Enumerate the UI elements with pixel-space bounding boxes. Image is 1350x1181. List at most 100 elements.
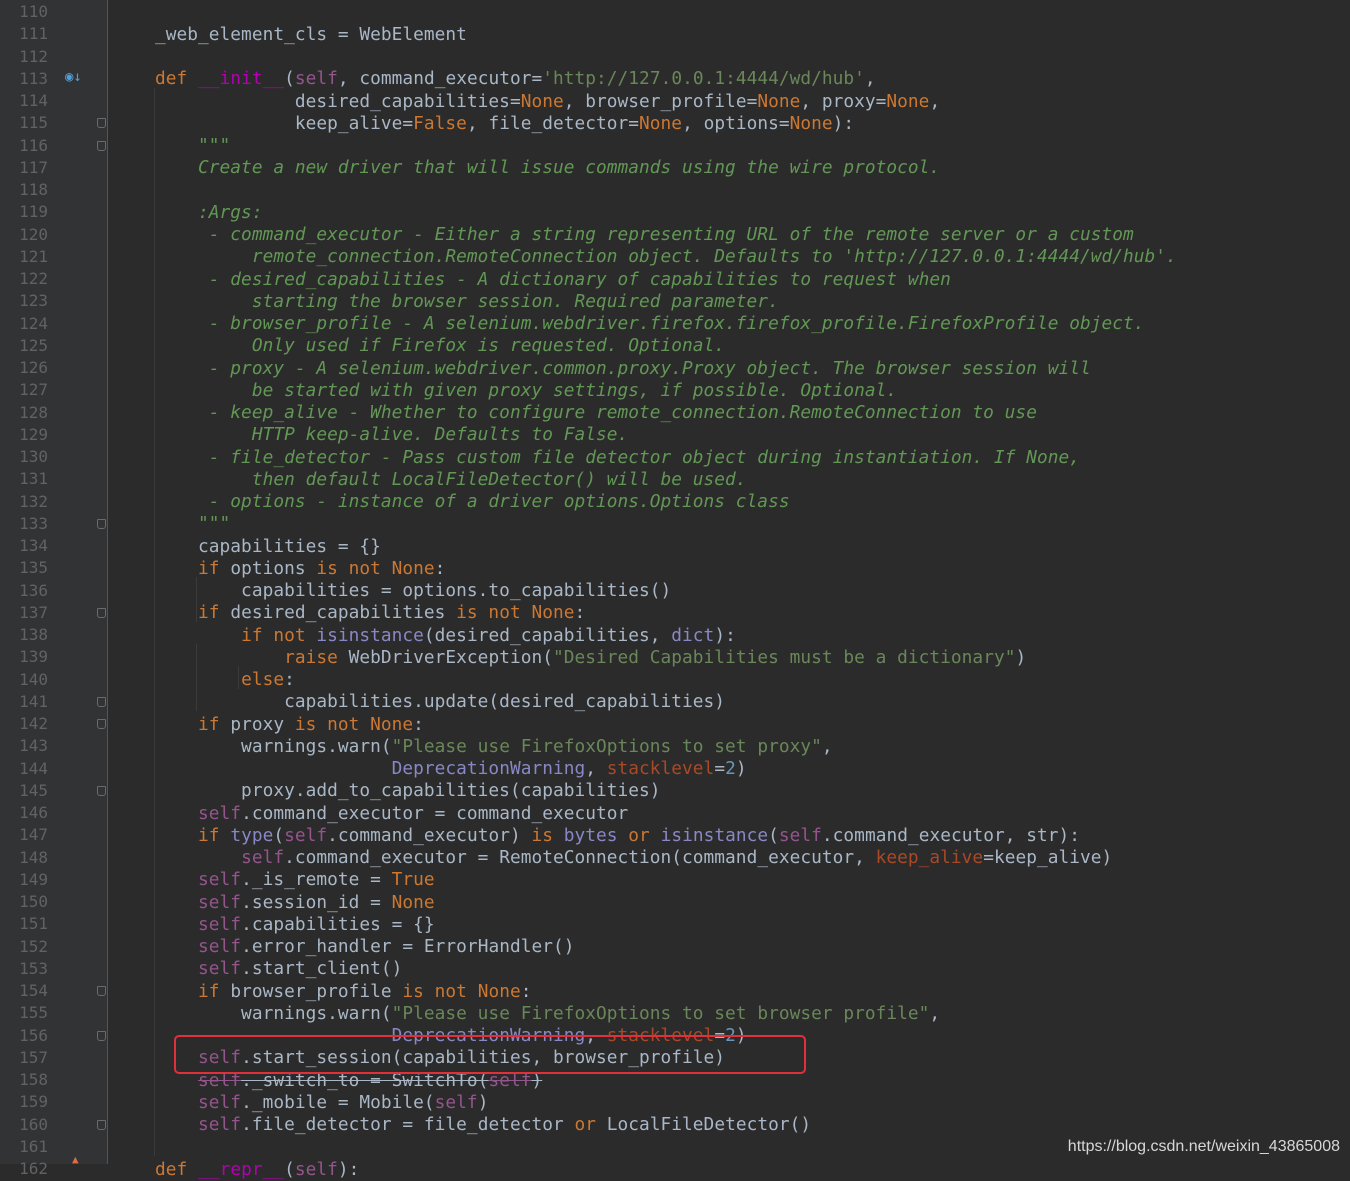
code-line[interactable]: proxy.add_to_capabilities(capabilities) bbox=[112, 780, 661, 802]
code-line[interactable]: self.capabilities = {} bbox=[112, 914, 435, 936]
code-line[interactable]: - browser_profile - A selenium.webdriver… bbox=[112, 313, 1145, 335]
line-number[interactable]: 139 bbox=[0, 646, 48, 668]
line-number[interactable]: 161 bbox=[0, 1136, 48, 1158]
override-arrow-icon[interactable]: ▲ bbox=[72, 1153, 79, 1166]
line-number[interactable]: 157 bbox=[0, 1047, 48, 1069]
fold-toggle-icon[interactable] bbox=[97, 696, 106, 707]
line-number[interactable]: 110 bbox=[0, 1, 48, 23]
code-line[interactable]: self._switch_to = SwitchTo(self) bbox=[112, 1070, 542, 1092]
code-line[interactable]: capabilities = {} bbox=[112, 536, 381, 558]
line-number[interactable]: 152 bbox=[0, 936, 48, 958]
fold-toggle-icon[interactable] bbox=[97, 1119, 106, 1130]
line-number[interactable]: 111 bbox=[0, 23, 48, 45]
code-line[interactable]: - proxy - A selenium.webdriver.common.pr… bbox=[112, 358, 1091, 380]
line-number[interactable]: 134 bbox=[0, 535, 48, 557]
code-line[interactable]: if desired_capabilities is not None: bbox=[112, 602, 585, 624]
line-number[interactable]: 119 bbox=[0, 201, 48, 223]
line-number[interactable]: 156 bbox=[0, 1025, 48, 1047]
line-number[interactable]: 124 bbox=[0, 313, 48, 335]
line-number[interactable]: 155 bbox=[0, 1002, 48, 1024]
code-line[interactable]: capabilities = options.to_capabilities() bbox=[112, 580, 671, 602]
code-line[interactable]: self._mobile = Mobile(self) bbox=[112, 1092, 488, 1114]
code-line[interactable]: self.command_executor = command_executor bbox=[112, 803, 628, 825]
line-number[interactable]: 126 bbox=[0, 357, 48, 379]
line-number[interactable]: 154 bbox=[0, 980, 48, 1002]
line-number[interactable]: 125 bbox=[0, 335, 48, 357]
line-number[interactable]: 115 bbox=[0, 112, 48, 134]
code-line[interactable]: DeprecationWarning, stacklevel=2) bbox=[112, 1025, 747, 1047]
line-number[interactable]: 160 bbox=[0, 1114, 48, 1136]
code-line[interactable]: self.command_executor = RemoteConnection… bbox=[112, 847, 1112, 869]
line-number[interactable]: 133 bbox=[0, 513, 48, 535]
code-line[interactable]: HTTP keep-alive. Defaults to False. bbox=[112, 424, 628, 446]
line-number[interactable]: 120 bbox=[0, 224, 48, 246]
line-number[interactable]: 122 bbox=[0, 268, 48, 290]
line-number[interactable]: 159 bbox=[0, 1091, 48, 1113]
code-line[interactable]: - options - instance of a driver options… bbox=[112, 491, 790, 513]
line-number[interactable]: 138 bbox=[0, 624, 48, 646]
fold-toggle-icon[interactable] bbox=[97, 785, 106, 796]
line-number[interactable]: 149 bbox=[0, 869, 48, 891]
line-number[interactable]: 131 bbox=[0, 468, 48, 490]
line-number[interactable]: 117 bbox=[0, 157, 48, 179]
code-line[interactable]: self._is_remote = True bbox=[112, 869, 435, 891]
code-line[interactable]: else: bbox=[112, 669, 295, 691]
line-number[interactable]: 142 bbox=[0, 713, 48, 735]
code-line-highlighted[interactable]: self.start_session(capabilities, browser… bbox=[112, 1047, 725, 1069]
code-line[interactable]: self.file_detector = file_detector or Lo… bbox=[112, 1114, 811, 1136]
line-number[interactable]: 146 bbox=[0, 802, 48, 824]
line-number[interactable]: 129 bbox=[0, 424, 48, 446]
code-line[interactable]: keep_alive=False, file_detector=None, op… bbox=[112, 113, 854, 135]
code-line[interactable]: self.start_client() bbox=[112, 958, 402, 980]
code-line[interactable]: self.error_handler = ErrorHandler() bbox=[112, 936, 575, 958]
code-line[interactable]: warnings.warn("Please use FirefoxOptions… bbox=[112, 1003, 940, 1025]
fold-toggle-icon[interactable] bbox=[97, 118, 106, 129]
code-line[interactable]: if not isinstance(desired_capabilities, … bbox=[112, 625, 736, 647]
line-number[interactable]: 162 bbox=[0, 1158, 48, 1180]
code-line[interactable]: desired_capabilities=None, browser_profi… bbox=[112, 91, 940, 113]
code-line[interactable]: def __init__(self, command_executor='htt… bbox=[112, 68, 876, 90]
code-line[interactable]: - file_detector - Pass custom file detec… bbox=[112, 447, 1080, 469]
line-number[interactable]: 137 bbox=[0, 602, 48, 624]
line-number[interactable]: 143 bbox=[0, 735, 48, 757]
line-number[interactable]: 127 bbox=[0, 379, 48, 401]
code-line[interactable]: :Args: bbox=[112, 202, 263, 224]
line-number[interactable]: 116 bbox=[0, 135, 48, 157]
code-line[interactable]: be started with given proxy settings, if… bbox=[112, 380, 897, 402]
code-line[interactable]: - desired_capabilities - A dictionary of… bbox=[112, 269, 951, 291]
code-line[interactable]: Create a new driver that will issue comm… bbox=[112, 157, 940, 179]
code-line[interactable]: DeprecationWarning, stacklevel=2) bbox=[112, 758, 747, 780]
line-number[interactable]: 147 bbox=[0, 824, 48, 846]
line-number[interactable]: 144 bbox=[0, 758, 48, 780]
line-number[interactable]: 123 bbox=[0, 290, 48, 312]
fold-toggle-icon[interactable] bbox=[97, 607, 106, 618]
code-line[interactable]: if type(self.command_executor) is bytes … bbox=[112, 825, 1080, 847]
override-method-icon[interactable]: ◉↓ bbox=[65, 69, 82, 85]
line-number[interactable]: 158 bbox=[0, 1069, 48, 1091]
fold-toggle-icon[interactable] bbox=[97, 719, 106, 729]
line-number[interactable]: 153 bbox=[0, 958, 48, 980]
code-line[interactable]: if browser_profile is not None: bbox=[112, 981, 531, 1003]
code-line[interactable]: def __repr__(self): bbox=[112, 1159, 359, 1181]
line-number[interactable]: 112 bbox=[0, 46, 48, 68]
code-line[interactable]: if options is not None: bbox=[112, 558, 445, 580]
line-number[interactable]: 151 bbox=[0, 913, 48, 935]
line-number[interactable]: 113 bbox=[0, 68, 48, 90]
code-line[interactable]: Only used if Firefox is requested. Optio… bbox=[112, 335, 725, 357]
code-line[interactable]: _web_element_cls = WebElement bbox=[112, 24, 467, 46]
code-line[interactable]: capabilities.update(desired_capabilities… bbox=[112, 691, 725, 713]
fold-toggle-icon[interactable] bbox=[97, 1030, 106, 1041]
code-line[interactable]: if proxy is not None: bbox=[112, 714, 424, 736]
fold-toggle-icon[interactable] bbox=[97, 986, 106, 996]
line-number[interactable]: 136 bbox=[0, 580, 48, 602]
line-number[interactable]: 140 bbox=[0, 669, 48, 691]
code-line[interactable]: remote_connection.RemoteConnection objec… bbox=[112, 246, 1177, 268]
line-number[interactable]: 141 bbox=[0, 691, 48, 713]
code-line[interactable]: """ bbox=[112, 135, 230, 157]
line-number[interactable]: 145 bbox=[0, 780, 48, 802]
line-number[interactable]: 132 bbox=[0, 491, 48, 513]
code-line[interactable]: starting the browser session. Required p… bbox=[112, 291, 779, 313]
code-line[interactable]: - keep_alive - Whether to configure remo… bbox=[112, 402, 1037, 424]
line-number[interactable]: 150 bbox=[0, 891, 48, 913]
line-number[interactable]: 130 bbox=[0, 446, 48, 468]
